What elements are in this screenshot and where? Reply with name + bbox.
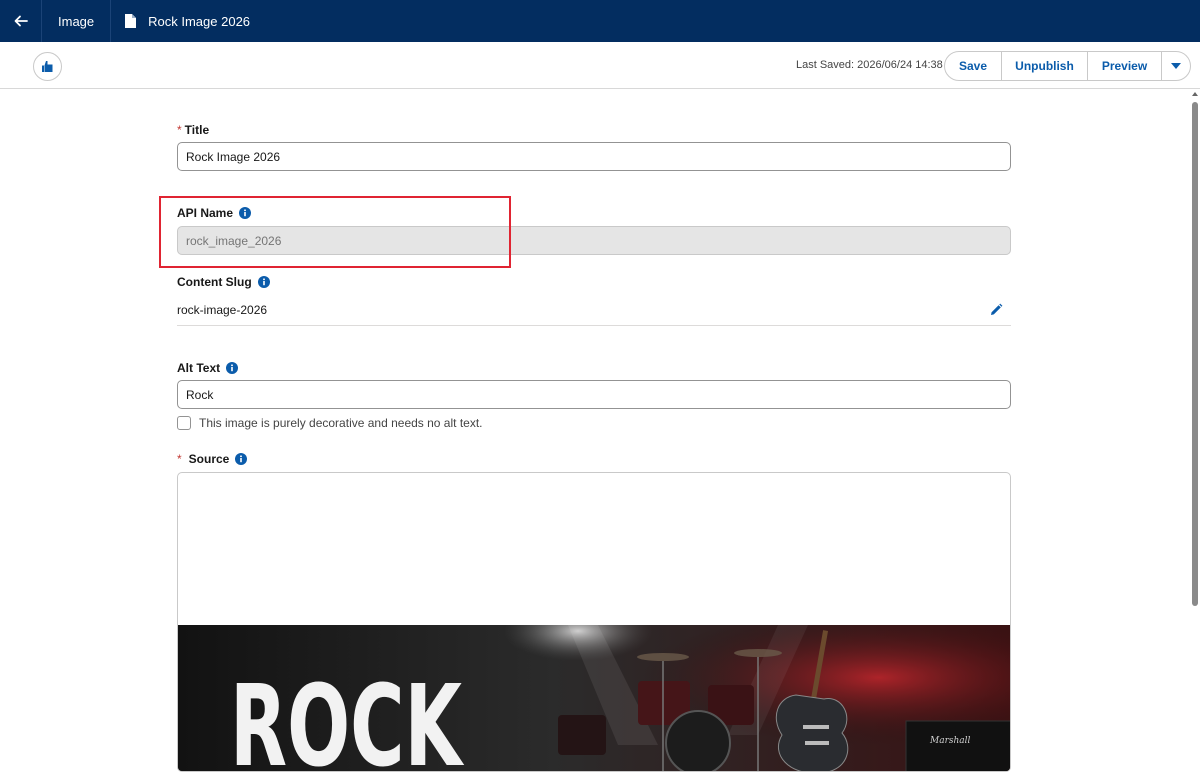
content-slug-value: rock-image-2026 — [177, 302, 268, 317]
required-marker: * — [177, 452, 182, 466]
title-input[interactable]: Rock Image 2026 — [177, 142, 1011, 171]
source-image-preview[interactable]: Marshall ROCK — [177, 472, 1011, 772]
decorative-checkbox[interactable] — [177, 416, 191, 430]
chevron-down-icon — [1171, 62, 1181, 69]
content-type-button[interactable] — [33, 52, 62, 81]
info-icon[interactable] — [226, 362, 239, 374]
tab-rock-image-label: Rock Image 2026 — [148, 13, 251, 29]
back-button[interactable] — [0, 0, 42, 42]
pencil-edit-icon[interactable] — [989, 303, 1003, 317]
title-label: * Title — [177, 123, 209, 137]
info-icon[interactable] — [235, 453, 248, 465]
required-marker: * — [177, 123, 182, 137]
rock-concert-image: Marshall ROCK — [178, 625, 1010, 772]
record-toolbar: Last Saved: 2026/06/24 14:38 Save Unpubl… — [0, 42, 1200, 89]
api-name-highlight — [159, 196, 511, 268]
alt-text-input-value: Rock — [186, 387, 214, 402]
tab-image[interactable]: Image — [42, 0, 112, 42]
content-slug-label-text: Content Slug — [177, 275, 252, 289]
more-actions-button[interactable] — [1161, 51, 1191, 81]
source-label-text: Source — [188, 452, 230, 466]
amp-brand-text: Marshall — [929, 736, 971, 746]
thumbs-up-icon — [42, 61, 53, 72]
info-icon[interactable] — [257, 276, 270, 288]
decorative-checkbox-row: This image is purely decorative and need… — [177, 416, 483, 430]
scrollbar-thumb[interactable] — [1192, 102, 1198, 606]
scroll-up-arrow[interactable] — [1192, 92, 1198, 96]
preview-button[interactable]: Preview — [1087, 51, 1162, 81]
alt-text-label: Alt Text — [177, 361, 239, 375]
rock-headline-text: ROCK — [230, 662, 465, 772]
source-label: * Source — [177, 452, 248, 466]
decorative-checkbox-label: This image is purely decorative and need… — [199, 416, 483, 430]
save-button[interactable]: Save — [944, 51, 1002, 81]
top-nav-bar: Image Rock Image 2026 — [0, 0, 1200, 42]
content-slug-label: Content Slug — [177, 275, 270, 289]
last-saved-text: Last Saved: 2026/06/24 14:38 — [796, 59, 943, 71]
tab-rock-image[interactable]: Rock Image 2026 — [111, 0, 264, 42]
tab-image-label: Image — [58, 13, 95, 29]
alt-text-label-text: Alt Text — [177, 361, 221, 375]
content-slug-row: rock-image-2026 — [177, 294, 1011, 326]
document-icon — [125, 14, 137, 28]
action-button-group: Save Unpublish Preview — [944, 51, 1191, 81]
arrow-left-icon — [14, 15, 28, 27]
title-label-text: Title — [184, 123, 210, 137]
unpublish-button[interactable]: Unpublish — [1001, 51, 1088, 81]
alt-text-input[interactable]: Rock — [177, 380, 1011, 409]
title-input-value: Rock Image 2026 — [186, 149, 281, 164]
